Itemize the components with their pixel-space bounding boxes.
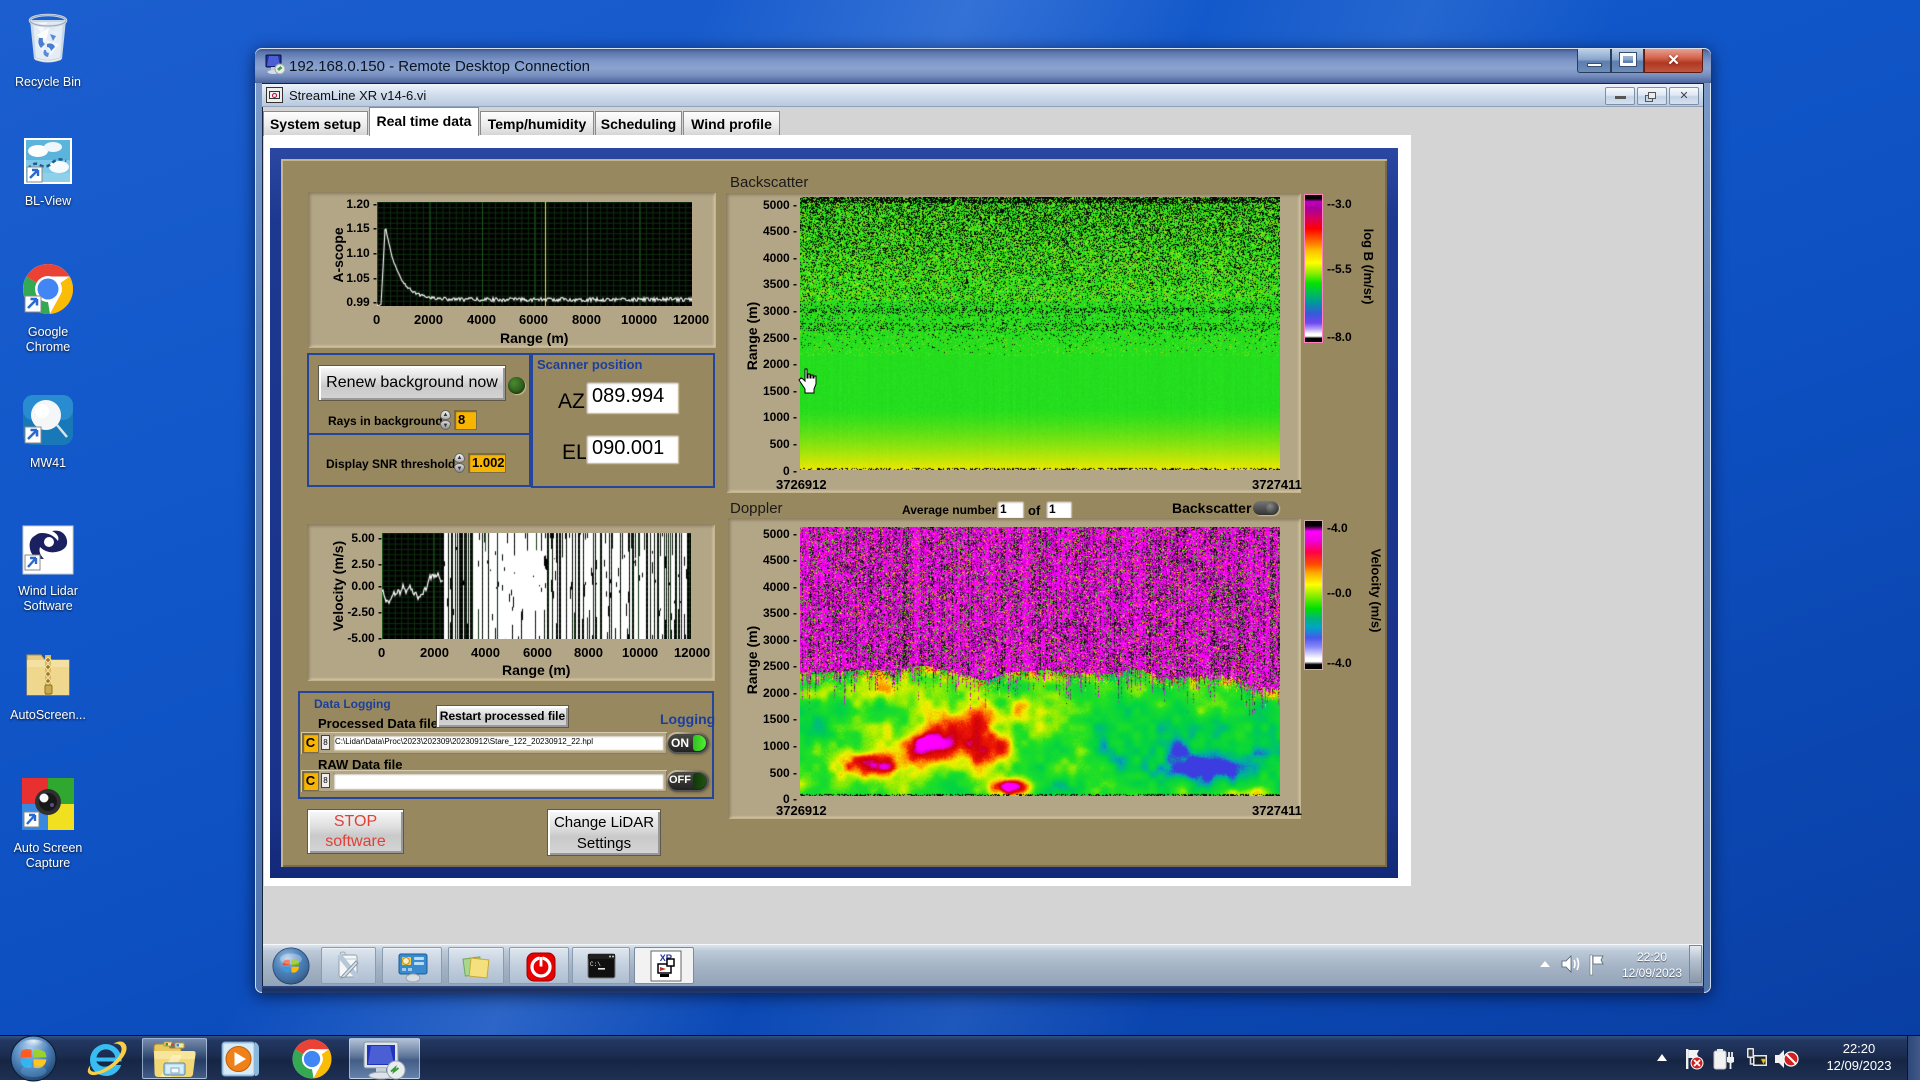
svg-text:C:\: C:\ bbox=[590, 961, 601, 968]
